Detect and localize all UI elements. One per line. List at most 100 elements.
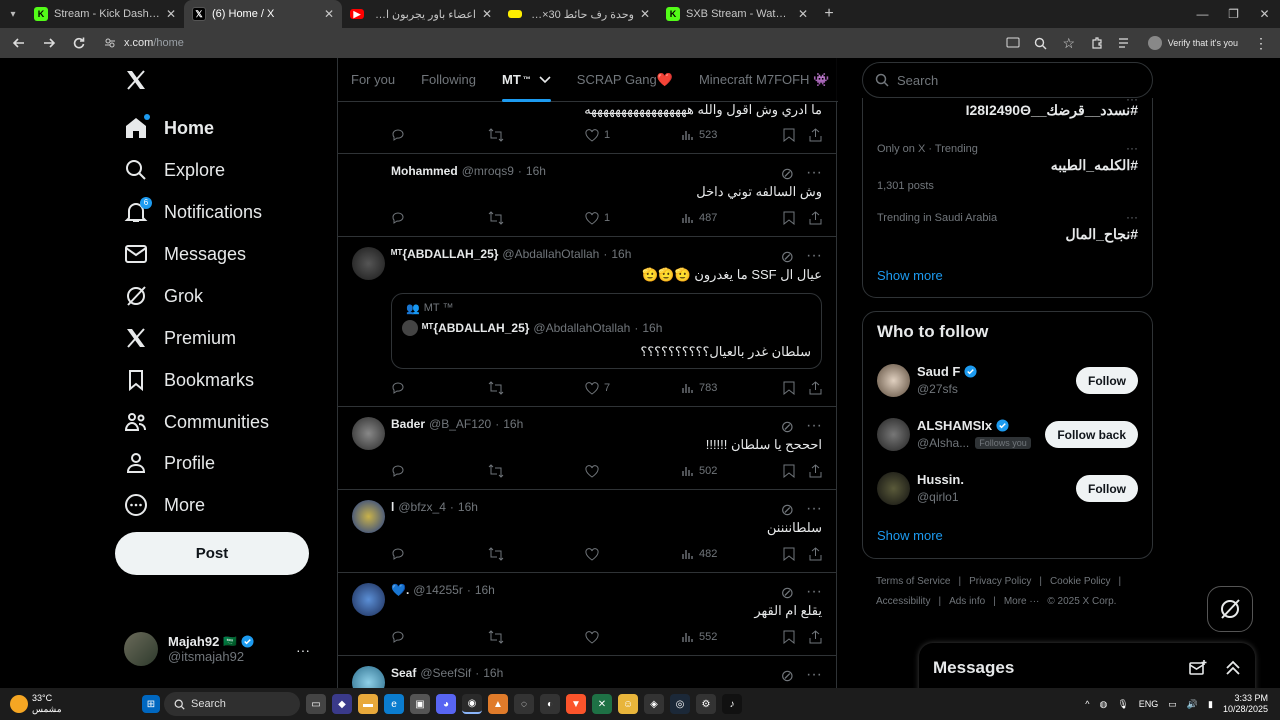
vlc-icon[interactable]: ▲ [488, 694, 508, 714]
more-dots-icon[interactable]: ··· [296, 642, 310, 658]
reload-button[interactable] [66, 30, 92, 56]
browser-tab-active[interactable]: 𝕏 (6) Home / X ✕ [184, 0, 342, 28]
follow-back-button[interactable]: Follow back [1045, 421, 1138, 448]
author-name[interactable]: Bader [391, 417, 425, 431]
copilot-icon[interactable]: ◆ [332, 694, 352, 714]
grok-icon[interactable]: ⊘ [781, 417, 794, 437]
close-tab-icon[interactable]: ✕ [166, 7, 176, 21]
close-tab-icon[interactable]: ✕ [324, 7, 334, 21]
extensions-icon[interactable] [1084, 30, 1110, 56]
follow-suggestion[interactable]: Hussin. @qirlo1 Follow [877, 472, 1138, 512]
taskbar-search[interactable]: Search [164, 692, 300, 716]
avatar[interactable] [877, 364, 910, 397]
xbox-icon[interactable]: ✕ [592, 694, 612, 714]
emoji-app-icon[interactable]: ☺ [618, 694, 638, 714]
nav-profile[interactable]: Profile [124, 451, 215, 475]
like-button[interactable]: 1 [585, 211, 682, 225]
network-icon[interactable]: ◍ [1099, 699, 1107, 710]
author-handle[interactable]: @14255r [413, 583, 463, 597]
close-tab-icon[interactable]: ✕ [482, 7, 492, 21]
trends-show-more-link[interactable]: Show more [877, 268, 943, 283]
tweet[interactable]: Mohammed @mroqs9 · 16h ⊘ ··· وش السالفه توني… [338, 154, 836, 237]
edge-icon[interactable]: e [384, 694, 404, 714]
account-switcher[interactable]: Majah92 🇸🇦 @itsmajah92 ··· [124, 632, 324, 666]
tab-mt[interactable]: MT ™ [489, 58, 564, 102]
share-icon[interactable] [809, 464, 822, 478]
site-info-icon[interactable] [104, 37, 116, 49]
nav-grok[interactable]: Grok [124, 284, 203, 308]
share-icon[interactable] [809, 381, 822, 395]
avatar[interactable] [877, 418, 910, 451]
author-name[interactable]: Seaf [391, 666, 416, 680]
tweet[interactable]: Bader @B_AF120 · 16h ⊘ ··· احححح يا سلطان !!… [338, 407, 836, 490]
nav-explore[interactable]: Explore [124, 158, 225, 182]
weather-widget[interactable]: 33°C مشمس ⊞ Search [0, 692, 300, 716]
close-tab-icon[interactable]: ✕ [640, 7, 650, 21]
tray-chevron-icon[interactable]: ^ [1085, 699, 1089, 709]
repost-button[interactable] [488, 211, 585, 225]
volume-icon[interactable]: 🔊 [1187, 699, 1198, 710]
tweet[interactable]: Seaf @SeefSif · 16h ⊘ ··· [338, 656, 836, 688]
url-field[interactable]: x.com/home [96, 32, 996, 54]
footer-link[interactable]: More ··· [1004, 596, 1040, 607]
views-button[interactable]: 502 [682, 465, 779, 477]
reply-button[interactable] [391, 128, 488, 142]
footer-link[interactable]: Privacy Policy [969, 576, 1031, 587]
tweet-time[interactable]: 16h [483, 666, 503, 680]
tweet[interactable]: l @bfzx_4 · 16h ⊘ ··· سلطاننننن 482 [338, 490, 836, 573]
browser-tab[interactable]: ▶ اعضاء باور يجربون اخطر وظيفة في ✕ [342, 0, 500, 28]
footer-link[interactable]: Terms of Service [876, 576, 950, 587]
nav-communities[interactable]: Communities [124, 410, 269, 434]
avatar[interactable] [352, 666, 385, 688]
who-to-follow-show-more-link[interactable]: Show more [877, 528, 943, 543]
share-icon[interactable] [809, 128, 822, 142]
zoom-icon[interactable] [1028, 30, 1054, 56]
search-input[interactable]: Search [862, 62, 1153, 98]
close-window-button[interactable]: ✕ [1249, 7, 1280, 21]
views-button[interactable]: 487 [682, 212, 779, 224]
reply-button[interactable] [391, 381, 488, 395]
reply-button[interactable] [391, 464, 488, 478]
grok-icon[interactable]: ⊘ [781, 247, 794, 267]
new-tab-button[interactable]: + [816, 5, 842, 23]
repost-button[interactable] [488, 547, 585, 561]
browser-menu-icon[interactable]: ⋮ [1248, 30, 1274, 56]
more-dots-icon[interactable]: ··· [806, 583, 822, 603]
tweet[interactable]: 💙. @14255r · 16h ⊘ ··· يقلع ام القهر 552 [338, 573, 836, 656]
messages-dock[interactable]: Messages [919, 643, 1255, 688]
tweet-time[interactable]: 16h [526, 164, 546, 178]
forward-button[interactable] [36, 30, 62, 56]
avatar[interactable] [877, 472, 910, 505]
footer-link[interactable]: Accessibility [876, 596, 930, 607]
app-icon[interactable]: ◌ [514, 694, 534, 714]
tab-search-button[interactable]: ▾ [0, 0, 26, 28]
more-dots-icon[interactable]: ··· [806, 417, 822, 437]
more-dots-icon[interactable]: ··· [806, 247, 822, 267]
tweet[interactable]: ᴹᵀ{ABDALLAH_25} @AbdallahOtallah · 16h ⊘ ···… [338, 237, 836, 407]
more-dots-icon[interactable]: ··· [1126, 141, 1138, 155]
scrollbar[interactable] [1270, 58, 1280, 688]
grok-icon[interactable]: ⊘ [781, 164, 794, 184]
author-handle[interactable]: @mroqs9 [462, 164, 514, 178]
trend-item[interactable]: Only on X · Trending #الكلمه_الطيبه 1,30… [877, 141, 1138, 192]
brave-icon[interactable]: ▼ [566, 694, 586, 714]
views-button[interactable]: 482 [682, 548, 779, 560]
chevron-down-icon[interactable] [539, 75, 551, 84]
chrome-icon[interactable]: ◉ [462, 694, 482, 714]
like-button[interactable] [585, 630, 682, 644]
more-dots-icon[interactable]: ··· [1126, 210, 1138, 224]
mic-icon[interactable]: 🎙 [1117, 699, 1128, 710]
views-button[interactable]: 783 [682, 382, 779, 394]
views-button[interactable]: 523 [682, 129, 779, 141]
author-name[interactable]: l [391, 500, 394, 514]
share-icon[interactable] [809, 211, 822, 225]
author-handle[interactable]: @bfzx_4 [398, 500, 446, 514]
minimize-button[interactable]: — [1187, 7, 1218, 21]
tweet-time[interactable]: 16h [503, 417, 523, 431]
back-button[interactable] [6, 30, 32, 56]
close-tab-icon[interactable]: ✕ [798, 7, 808, 21]
grok-icon[interactable]: ⊘ [781, 666, 794, 686]
follow-suggestion[interactable]: Saud F @27sfs Follow [877, 364, 1138, 404]
tab-following[interactable]: Following [408, 58, 489, 102]
avatar[interactable] [352, 500, 385, 533]
